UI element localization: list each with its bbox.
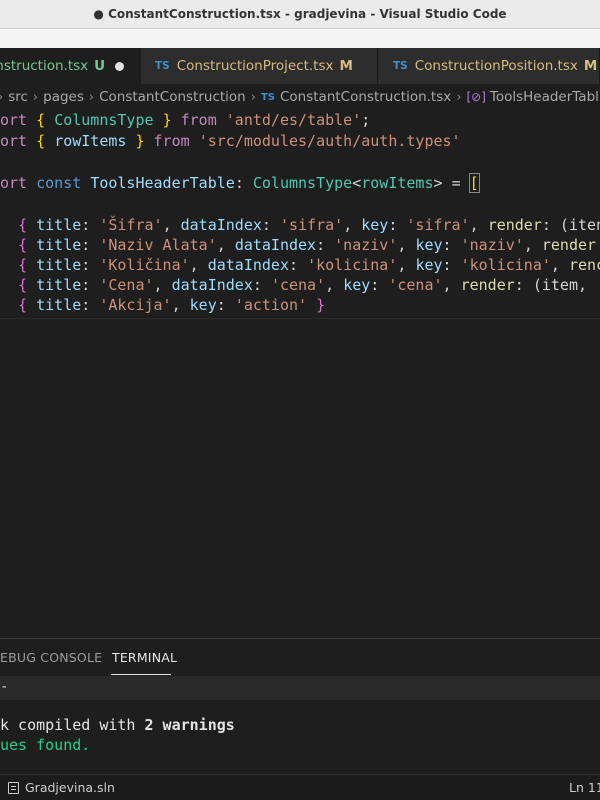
breadcrumb-item[interactable]: pages [43,89,84,105]
unsaved-dot-icon[interactable] [115,61,125,71]
editor-tabs: onstruction.tsx U TS ConstructionProject… [0,48,600,84]
variable-icon: [⊘] [466,90,486,104]
tab-constant-construction[interactable]: onstruction.tsx U [0,48,141,84]
code-line: ort { ColumnsType } from 'antd/es/table'… [0,111,371,129]
chevron-right-icon: › [250,89,256,105]
tab-debug-console[interactable]: EBUG CONSOLE [0,650,102,665]
breadcrumb-item[interactable]: ConstantConstruction [99,89,246,105]
tab-label: onstruction.tsx [0,58,89,74]
line-highlight [0,318,600,319]
cursor-position[interactable]: Ln 11 [569,780,600,795]
bottom-panel: EBUG CONSOLE TERMINAL - k compiled with … [0,638,600,774]
tab-badge: U [94,58,106,74]
terminal-output-line: ues found. [0,736,91,754]
tab-construction-position[interactable]: TS ConstructionPosition.tsx M [378,48,600,84]
code-line: { title: 'Šifra', dataIndex: 'sifra', ke… [18,216,600,234]
terminal-output-line: k compiled with 2 warnings [0,716,235,734]
window-title-bar: ● ConstantConstruction.tsx - gradjevina … [0,0,600,29]
tab-label: ConstructionPosition.tsx [414,58,578,74]
solution-indicator[interactable]: Gradjevina.sln [8,780,115,795]
chevron-right-icon: › [0,90,3,105]
chevron-right-icon: › [88,89,95,105]
terminal-prompt: - [0,679,9,695]
tab-badge: M [339,58,353,74]
breadcrumb: › src › pages › ConstantConstruction › T… [0,85,600,109]
breadcrumb-item[interactable]: ConstantConstruction.tsx [280,89,451,105]
active-tab-indicator [111,674,171,675]
breadcrumb-item[interactable]: src [8,89,28,105]
typescript-file-icon: TS [260,91,275,103]
chevron-right-icon: › [32,89,39,105]
chevron-right-icon: › [456,89,462,105]
code-line: { title: 'Količina', dataIndex: 'kolicin… [18,256,600,274]
breadcrumb-item[interactable]: ToolsHeaderTabl [490,89,599,105]
code-editor[interactable]: ort { ColumnsType } from 'antd/es/table'… [0,109,600,745]
typescript-file-icon: TS [393,60,408,72]
solution-file-icon [8,781,19,794]
code-line: ort { rowItems } from 'src/modules/auth/… [0,132,461,150]
title-gap [0,29,600,48]
typescript-file-icon: TS [155,60,170,72]
status-bar: Gradjevina.sln Ln 11 [0,774,600,800]
code-line: ort const ToolsHeaderTable: ColumnsType<… [0,173,480,193]
code-line: { title: 'Cena', dataIndex: 'cena', key:… [18,276,588,294]
tab-label: ConstructionProject.tsx [176,58,334,74]
code-line: { title: 'Akcija', key: 'action' } [18,296,326,314]
tab-terminal[interactable]: TERMINAL [112,650,177,665]
tab-badge: M [583,58,598,74]
terminal-prompt-row[interactable]: - [0,676,600,700]
tab-construction-project[interactable]: TS ConstructionProject.tsx M [141,48,378,84]
solution-name: Gradjevina.sln [25,780,115,795]
window-title: ● ConstantConstruction.tsx - gradjevina … [93,7,507,21]
code-line: { title: 'Naziv Alata', dataIndex: 'nazi… [18,236,597,254]
